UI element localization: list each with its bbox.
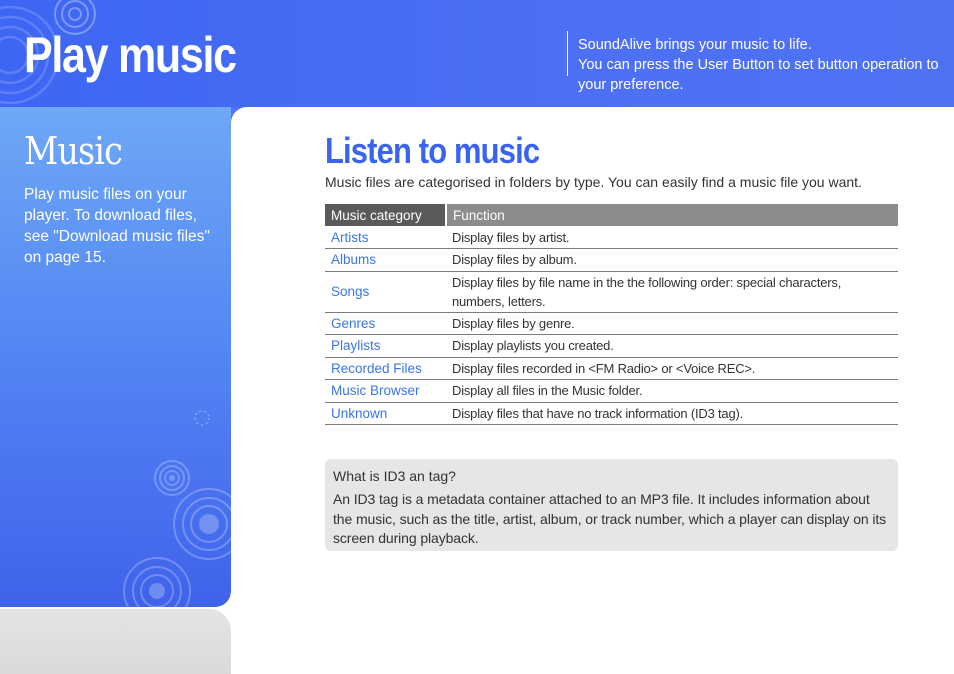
header-description: SoundAlive brings your music to life. Yo… [578,35,948,95]
sidebar-description: Play music files on your player. To down… [24,186,210,266]
category-link-unknown[interactable]: Unknown [325,402,446,425]
table-row: Genres Display files by genre. [325,312,898,335]
sidebar: Music Play music files on your player. T… [0,107,231,607]
page-title: Play music [24,27,237,83]
page-header: Play music SoundAlive brings your music … [0,0,954,107]
circles-decoration-icon [123,410,231,607]
table-row: Artists Display files by artist. [325,226,898,249]
section-intro: Music files are categorised in folders b… [325,174,862,190]
table-row: Playlists Display playlists you created. [325,334,898,358]
footer-tab [0,609,231,674]
table-row: Music Browser Display all files in the M… [325,379,898,403]
note-box: What is ID3 an tag? An ID3 tag is a meta… [325,459,898,551]
function-cell: Display files that have no track informa… [446,402,898,425]
header-instructions: You can press the User Button to set but… [578,57,939,93]
category-link-recorded-files[interactable]: Recorded Files [325,357,446,380]
note-title: What is ID3 an tag? [333,468,456,484]
category-link-songs[interactable]: Songs [325,271,446,313]
function-cell: Display files by album. [446,248,898,272]
header-divider [567,31,568,76]
table-row: Songs Display files by file name in the … [325,271,898,313]
category-link-playlists[interactable]: Playlists [325,334,446,358]
table-row: Albums Display files by album. [325,248,898,272]
table-row: Recorded Files Display files recorded in… [325,357,898,380]
function-cell: Display all files in the Music folder. [446,379,898,403]
table-row: Unknown Display files that have no track… [325,402,898,425]
function-cell: Display playlists you created. [446,334,898,358]
category-link-artists[interactable]: Artists [325,226,446,249]
note-body: An ID3 tag is a metadata container attac… [333,491,887,546]
table-header-row: Music category Function [325,204,898,226]
sidebar-title: Music [24,129,123,173]
music-category-table: Music category Function Artists Display … [325,204,898,425]
category-link-genres[interactable]: Genres [325,312,446,335]
function-cell: Display files by genre. [446,312,898,335]
column-header-category: Music category [325,204,447,226]
function-cell: Display files recorded in <FM Radio> or … [446,357,898,380]
column-header-function: Function [446,204,898,226]
category-link-albums[interactable]: Albums [325,248,446,272]
header-tagline: SoundAlive brings your music to life. [578,37,812,53]
function-cell: Display files by file name in the the fo… [446,271,898,313]
section-title: Listen to music [325,130,540,171]
category-link-music-browser[interactable]: Music Browser [325,379,446,403]
function-cell: Display files by artist. [446,226,898,249]
sidebar-corner [231,107,247,123]
